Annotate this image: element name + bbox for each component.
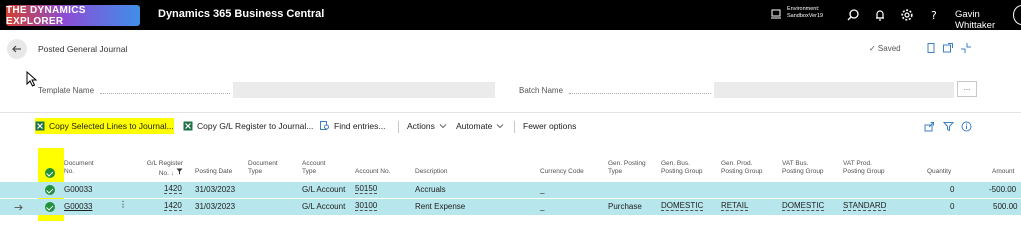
template-name-leader [100,93,230,94]
actions-menu-label: Actions [407,121,435,131]
cell-posting-date[interactable]: 31/03/2023 [195,185,235,194]
cell-quantity[interactable]: 0 [950,185,954,194]
find-entries-button[interactable]: Find entries... [320,118,386,134]
copy-selected-lines-button[interactable]: Copy Selected Lines to Journal... [35,118,174,134]
cell-account-no[interactable]: 50150 [355,185,378,194]
col-amount[interactable]: Amount [992,168,1014,176]
action-separator [514,121,515,133]
copy-selected-lines-label: Copy Selected Lines to Journal... [49,121,174,131]
table-row[interactable]: G00033 ⋮ 1420 31/03/2023 G/L Account 301… [0,199,1021,215]
mouse-cursor-icon [26,71,38,87]
cell-account-type[interactable]: G/L Account [302,202,345,211]
find-icon [320,121,329,130]
user-name[interactable]: Gavin Whittaker [955,9,1021,31]
col-vat-bus-posting-group[interactable]: VAT Bus. Posting Group [782,160,824,176]
saved-status: ✓ Saved [869,44,901,53]
excel-icon [35,121,45,131]
action-bar: Copy Selected Lines to Journal... Copy G… [0,112,1021,138]
excel-icon [183,121,193,131]
copy-gl-register-label: Copy G/L Register to Journal... [197,121,314,131]
select-all-checkbox[interactable] [45,168,55,178]
batch-name-leader [569,93,711,94]
cell-vat-prod-posting-group[interactable]: STANDARD [843,202,887,211]
batch-name-label: Batch Name [519,86,564,95]
chevron-down-icon [497,124,504,129]
info-icon[interactable] [961,121,972,132]
table-row[interactable]: G00033 1420 31/03/2023 G/L Account 50150… [0,182,1021,198]
collapse-icon[interactable] [960,42,972,54]
template-name-field[interactable] [233,82,495,98]
cell-currency-code[interactable]: _ [540,185,544,194]
bookmark-icon[interactable] [925,42,937,54]
cell-vat-bus-posting-group[interactable]: DOMESTIC [782,202,825,211]
open-new-window-icon[interactable] [942,42,954,54]
share-icon[interactable] [924,121,935,132]
cell-account-type[interactable]: G/L Account [302,185,345,194]
filter-icon[interactable] [943,121,954,132]
col-posting-date[interactable]: Posting Date [195,168,232,176]
svg-text:?: ? [931,9,937,22]
col-gen-prod-posting-group[interactable]: Gen. Prod. Posting Group [721,160,763,176]
back-button[interactable] [7,39,27,59]
col-account-no[interactable]: Account No. [355,168,390,176]
col-description[interactable]: Description [415,168,448,176]
action-separator [398,121,399,133]
col-gl-register-no[interactable]: G/L Register No. ↓ [143,160,183,178]
find-entries-label: Find entries... [334,121,386,131]
col-currency-code[interactable]: Currency Code [540,168,584,176]
app-logo[interactable]: THE DYNAMICS EXPLORER [6,5,140,27]
automate-menu[interactable]: Automate [456,118,509,134]
col-document-type[interactable]: Document Type [248,160,278,176]
cell-amount[interactable]: -500.00 [989,185,1016,194]
cell-gl-register-no[interactable]: 1420 [164,185,182,194]
environment-value: SandboxVer19 [787,13,824,19]
col-vat-prod-posting-group[interactable]: VAT Prod. Posting Group [843,160,885,176]
cell-currency-code[interactable]: _ [540,202,544,211]
cell-description[interactable]: Accruals [415,185,446,194]
cell-gen-posting-type[interactable]: Purchase [608,202,642,211]
gear-icon[interactable] [900,8,914,22]
chevron-down-icon [439,124,447,129]
fewer-options-button[interactable]: Fewer options [523,118,576,134]
environment-label: Environment: [787,6,820,12]
top-bar: THE DYNAMICS EXPLORER Dynamics 365 Busin… [0,0,1021,31]
cell-document-no[interactable]: G00033 [64,185,92,194]
row-menu-icon[interactable]: ⋮ [119,200,127,209]
row-select-checkbox[interactable] [45,202,55,212]
cell-gen-prod-posting-group[interactable]: RETAIL [721,202,749,211]
cell-posting-date[interactable]: 31/03/2023 [195,202,235,211]
arrow-left-icon [12,45,21,53]
cell-account-no[interactable]: 30100 [355,202,378,211]
cell-quantity[interactable]: 0 [950,202,954,211]
cell-gen-bus-posting-group[interactable]: DOMESTIC [661,202,704,211]
product-name[interactable]: Dynamics 365 Business Central [158,8,324,20]
bell-icon[interactable] [873,8,887,22]
col-quantity[interactable]: Quantity [927,168,951,176]
cell-amount[interactable]: 500.00 [993,202,1017,211]
page-title: Posted General Journal [38,44,128,54]
template-name-label: Template Name [38,86,95,95]
col-document-no[interactable]: Document No. [64,160,94,176]
batch-name-field[interactable] [714,82,954,98]
help-icon[interactable]: ? [927,8,941,22]
environment-info[interactable]: Environment: SandboxVer19 [787,6,823,20]
col-account-type[interactable]: Account Type [302,160,326,176]
actions-menu[interactable]: Actions [407,118,452,134]
row-select-checkbox[interactable] [45,185,55,195]
col-gen-posting-type[interactable]: Gen. Posting Type [608,160,646,176]
copy-gl-register-button[interactable]: Copy G/L Register to Journal... [183,118,313,134]
cell-gl-register-no[interactable]: 1420 [164,202,182,211]
filter-icon [176,168,183,175]
cell-document-no[interactable]: G00033 [64,202,92,211]
search-icon[interactable] [846,8,860,22]
arrow-right-icon [14,204,23,211]
batch-name-lookup-button[interactable]: ... [957,81,977,97]
fewer-options-label: Fewer options [523,121,577,131]
automate-menu-label: Automate [456,121,493,131]
col-gen-bus-posting-group[interactable]: Gen. Bus. Posting Group [661,160,703,176]
environment-icon [771,9,781,19]
cell-description[interactable]: Rent Expense [415,202,465,211]
